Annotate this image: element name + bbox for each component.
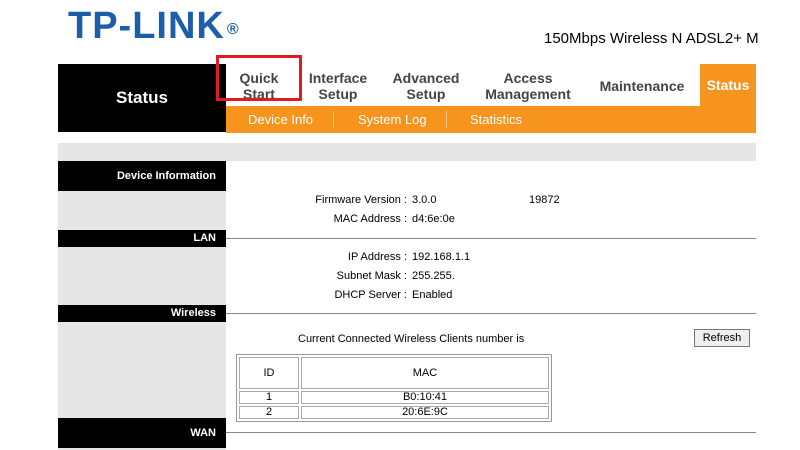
wireless-clients-table: ID MAC 1 B0:10:41 2 20:6E:9C [236, 354, 552, 422]
mac-address-value: d4:6e:0e [412, 213, 455, 225]
table-row: 1 B0:10:41 [239, 391, 549, 404]
subnet-mask-value: 255.255. [412, 270, 455, 282]
nav-access-management[interactable]: Access Management [478, 68, 578, 104]
subnav-system-log[interactable]: System Log [358, 106, 427, 133]
firmware-build-value: 19872 [529, 194, 560, 206]
client-mac: B0:10:41 [301, 391, 549, 404]
nav-status[interactable]: Status [700, 64, 756, 106]
section-lan: LAN [58, 230, 226, 247]
nav-interface-setup[interactable]: Interface Setup [302, 68, 374, 104]
firmware-version-label: Firmware Version : [315, 194, 407, 206]
dhcp-server-value: Enabled [412, 289, 453, 301]
subnav-divider [333, 111, 334, 128]
subnav-device-info[interactable]: Device Info [248, 106, 313, 133]
column-header-mac: MAC [301, 357, 549, 389]
section-wireless: Wireless [58, 305, 226, 322]
section-divider [226, 313, 756, 314]
page-title: Status [58, 64, 226, 132]
subnet-mask-label: Subnet Mask : [336, 270, 407, 282]
client-mac: 20:6E:9C [301, 406, 549, 419]
model-name: 150Mbps Wireless N ADSL2+ M [544, 30, 759, 47]
column-header-id: ID [239, 357, 299, 389]
ip-address-value: 192.168.1.1 [412, 251, 471, 263]
wireless-clients-text: Current Connected Wireless Clients numbe… [298, 333, 525, 345]
tplink-logo: TP-LINK ® [68, 5, 240, 47]
nav-advanced-setup[interactable]: Advanced Setup [386, 68, 466, 104]
content-top-band [58, 143, 756, 161]
ip-address-label: IP Address : [347, 251, 407, 263]
section-device-information: Device Information [58, 161, 226, 191]
table-header-row: ID MAC [239, 357, 549, 389]
section-wan: WAN [58, 418, 226, 448]
dhcp-server-label: DHCP Server : [334, 289, 407, 301]
section-divider [226, 238, 756, 239]
client-id: 1 [239, 391, 299, 404]
refresh-button[interactable]: Refresh [694, 329, 750, 347]
firmware-version-value: 3.0.0 [412, 194, 437, 206]
subnav-statistics[interactable]: Statistics [470, 106, 522, 133]
nav-maintenance[interactable]: Maintenance [594, 68, 690, 104]
client-id: 2 [239, 406, 299, 419]
subnav-divider [446, 111, 447, 128]
mac-address-label: MAC Address : [333, 213, 407, 225]
section-divider [226, 432, 756, 433]
quick-start-highlight [216, 55, 302, 101]
table-row: 2 20:6E:9C [239, 406, 549, 419]
